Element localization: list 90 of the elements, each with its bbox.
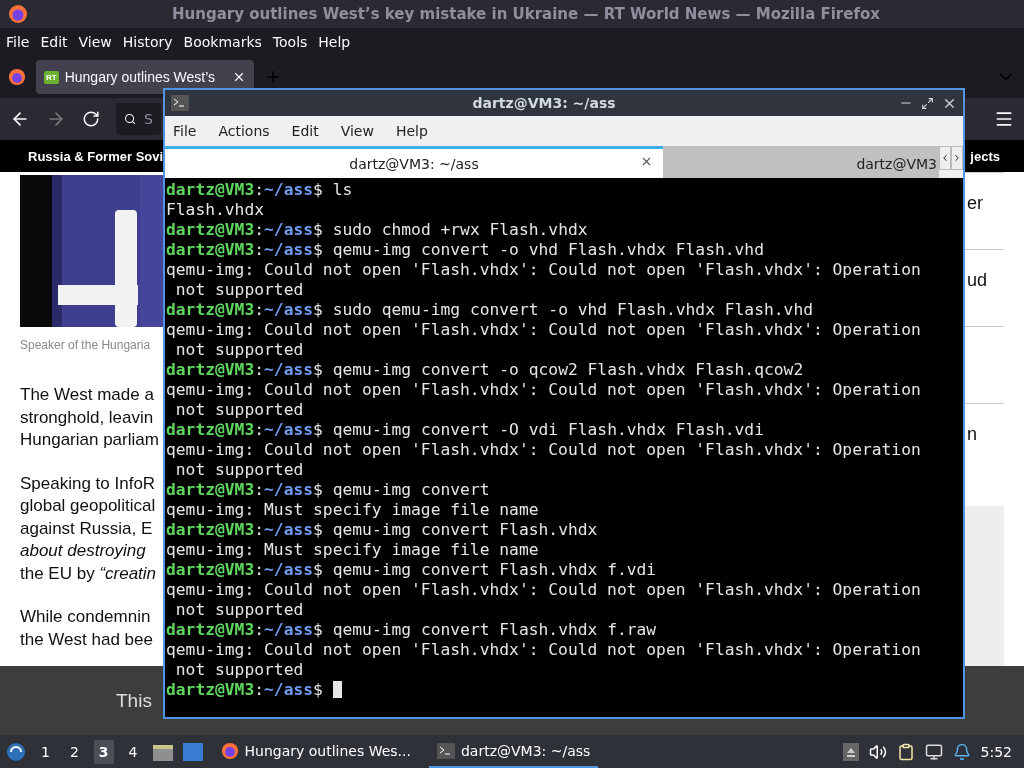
output-line: qemu-img: Could not open 'Flash.vhdx': Could not open 'Flash.vhdx': Operation <box>166 380 922 400</box>
chevron-left-icon <box>940 153 950 163</box>
workspace-button[interactable]: 4 <box>123 739 143 764</box>
paragraph-line: against Russia, E <box>20 517 153 540</box>
terminal-icon <box>436 742 455 759</box>
eject-icon[interactable] <box>842 742 859 761</box>
maximize-icon[interactable] <box>921 96 934 110</box>
terminal-icon <box>171 95 189 111</box>
start-menu-icon[interactable] <box>6 741 26 762</box>
menu-item[interactable]: Edit <box>40 34 68 50</box>
clipboard-icon[interactable] <box>896 742 915 761</box>
folder-icon[interactable] <box>152 742 173 761</box>
search-icon <box>124 111 137 127</box>
terminal-tab[interactable]: dartz@VM3: ~/ass <box>165 146 663 178</box>
prompt-line: dartz@VM3:~/ass$ <box>166 680 963 700</box>
menu-item[interactable]: Edit <box>291 123 319 139</box>
paragraph-line: about destroying <box>20 540 146 562</box>
menu-item[interactable]: File <box>173 123 197 139</box>
site-icon: RT <box>44 70 59 84</box>
output-line: not supported <box>174 600 305 620</box>
paragraph-line: the EU by “creatin <box>20 562 157 585</box>
paragraph-line: global geopolitical <box>20 495 156 517</box>
paragraph-line: The West made a <box>20 384 154 406</box>
close-icon[interactable] <box>640 155 653 168</box>
paragraph-line: Hungarian parliam <box>20 429 159 451</box>
menu-item[interactable]: File <box>6 34 30 50</box>
notification-icon[interactable] <box>952 742 971 761</box>
workspace-button[interactable]: 1 <box>36 739 55 764</box>
sidebar-text: n <box>967 424 977 444</box>
output-line: qemu-img: Must specify image file name <box>166 540 540 560</box>
menu-item[interactable]: Bookmarks <box>183 34 262 50</box>
browser-tab[interactable]: RT Hungary outlines West’s <box>36 60 254 94</box>
sidebar-text: er <box>967 193 983 213</box>
prompt-line: dartz@VM3:~/ass$ ls <box>166 180 354 200</box>
menu-item[interactable]: View <box>340 123 374 139</box>
paragraph-line: the West had bee <box>20 628 153 651</box>
output-line: not supported <box>174 340 305 360</box>
menu-item[interactable]: View <box>78 34 112 50</box>
output-line: not supported <box>174 400 305 420</box>
menu-item[interactable]: Help <box>395 123 428 139</box>
close-icon[interactable] <box>232 70 246 84</box>
paragraph-line: Speaking to InfoR <box>20 472 156 495</box>
output-line: qemu-img: Could not open 'Flash.vhdx': Could not open 'Flash.vhdx': Operation <box>166 580 922 600</box>
workspace-button[interactable]: 3 <box>93 739 114 764</box>
prompt-line: dartz@VM3:~/ass$ qemu-img convert <box>166 480 491 500</box>
prompt-line: dartz@VM3:~/ass$ qemu-img convert -o qcow2 Flash.vhdx Flash.qcow2 <box>166 360 805 380</box>
paragraph-line: While condemnin <box>20 606 151 628</box>
menu-item[interactable]: Tools <box>272 34 308 50</box>
terminal-tab[interactable]: dartz@VM3 <box>663 146 939 178</box>
menu-item[interactable]: Actions <box>218 123 270 139</box>
menu-icon[interactable] <box>994 109 1014 129</box>
browser-icon <box>220 741 239 760</box>
sidebar-text: ud <box>967 270 988 290</box>
output-line: not supported <box>174 660 305 680</box>
chevron-right-icon <box>952 153 962 163</box>
taskbar-task[interactable]: dartz@VM3: ~/ass <box>428 735 599 768</box>
output-line: Flash.vhdx <box>166 200 266 220</box>
banner-text: This <box>116 689 152 712</box>
nav-link[interactable]: jects <box>970 148 1000 164</box>
clock: 5:52 <box>980 743 1012 760</box>
prompt-line: dartz@VM3:~/ass$ qemu-img convert Flash.vhdx <box>166 520 599 540</box>
prompt-line: dartz@VM3:~/ass$ sudo qemu-img convert -o vhd Flash.vhdx Flash.vhd <box>166 300 814 320</box>
paragraph-line: stronghold, leavin <box>20 406 154 429</box>
taskbar-task[interactable]: Hungary outlines Wes... <box>212 735 419 768</box>
text-cursor <box>332 681 342 698</box>
window-title: Hungary outlines West’s key mistake in Ukraine — RT World News — Mozilla Firefox <box>171 5 881 23</box>
prompt-line: dartz@VM3:~/ass$ sudo chmod +rwx Flash.vhdx <box>166 220 589 240</box>
prompt-line: dartz@VM3:~/ass$ qemu-img convert Flash.vhdx f.raw <box>166 620 658 640</box>
output-line: qemu-img: Could not open 'Flash.vhdx': Could not open 'Flash.vhdx': Operation <box>166 260 922 280</box>
output-line: qemu-img: Could not open 'Flash.vhdx': Could not open 'Flash.vhdx': Operation <box>166 640 922 660</box>
browser-icon <box>8 68 26 86</box>
prompt-line: dartz@VM3:~/ass$ qemu-img convert Flash.vhdx f.vdi <box>166 560 658 580</box>
workspace-button[interactable]: 2 <box>64 739 84 764</box>
browser-icon <box>8 4 28 24</box>
output-line: qemu-img: Could not open 'Flash.vhdx': Could not open 'Flash.vhdx': Operation <box>166 320 922 340</box>
nav-link[interactable]: Russia & Former Sovi <box>28 148 164 164</box>
image-caption: Speaker of the Hungaria <box>20 338 151 352</box>
reload-icon[interactable] <box>82 110 100 128</box>
output-line: not supported <box>174 280 305 300</box>
output-line: qemu-img: Must specify image file name <box>166 500 540 520</box>
menu-item[interactable]: History <box>122 34 173 50</box>
prompt-line: dartz@VM3:~/ass$ qemu-img convert -o vhd Flash.vhdx Flash.vhd <box>166 240 765 260</box>
menu-item[interactable]: Help <box>318 34 351 50</box>
output-line: qemu-img: Could not open 'Flash.vhdx': Could not open 'Flash.vhdx': Operation <box>166 440 922 460</box>
prompt-line: dartz@VM3:~/ass$ qemu-img convert -O vdi Flash.vhdx Flash.vdi <box>166 420 765 440</box>
output-line: not supported <box>174 460 305 480</box>
window-icon[interactable] <box>182 742 203 761</box>
window-title: dartz@VM3: ~/ass <box>471 95 617 111</box>
volume-icon[interactable] <box>868 742 887 761</box>
address-field[interactable]: S <box>116 103 161 135</box>
